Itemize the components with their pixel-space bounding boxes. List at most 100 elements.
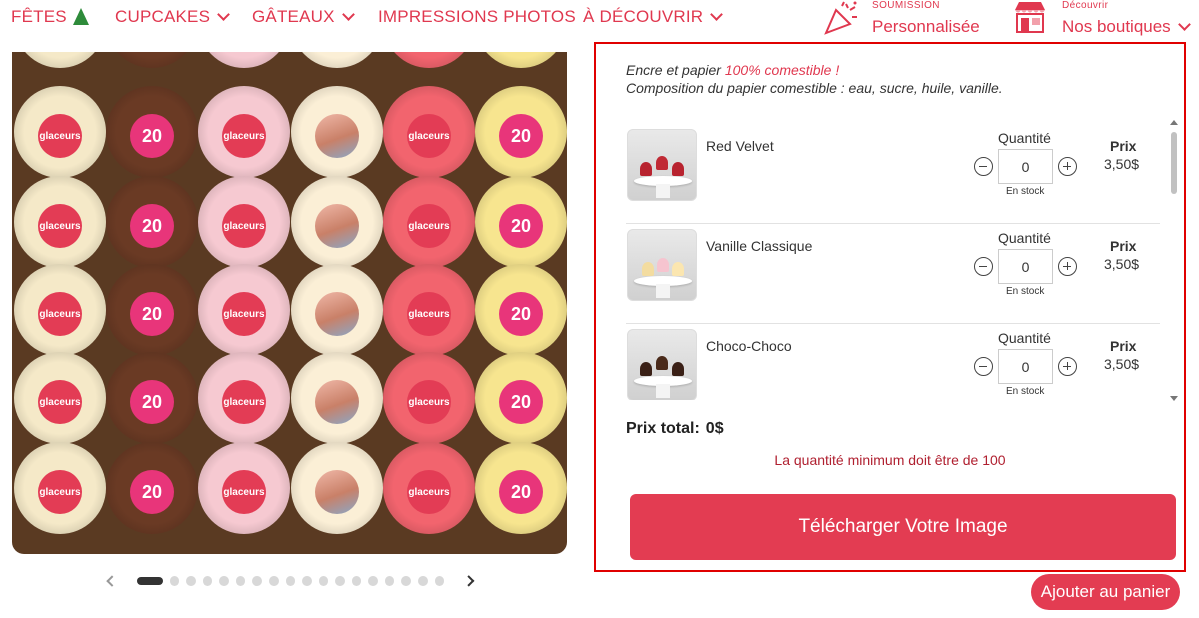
edible-topper: 20 [130, 292, 174, 336]
edible-topper: glaceurs [407, 204, 451, 248]
carousel-dot[interactable] [368, 576, 378, 586]
chevron-down-icon [1177, 18, 1191, 31]
stores-link[interactable]: Découvrir Nos boutiques [1012, 0, 1191, 38]
photo-topper [315, 292, 359, 336]
price-label: Prix [1110, 138, 1137, 154]
edible-topper: glaceurs [38, 470, 82, 514]
product-price: 3,50$ [1104, 156, 1140, 172]
carousel-dot[interactable] [335, 576, 345, 586]
carousel-dot[interactable] [235, 576, 246, 586]
upload-image-button[interactable]: Télécharger Votre Image [630, 494, 1176, 560]
carousel-next-icon[interactable] [463, 575, 475, 587]
quantity-input[interactable] [998, 149, 1053, 184]
nav-impressions-photos[interactable]: IMPRESSIONS PHOTOS [378, 7, 576, 27]
composition-text: Composition du papier comestible : eau, … [626, 80, 1003, 96]
carousel-dot[interactable] [252, 576, 262, 586]
edible-topper: glaceurs [222, 470, 266, 514]
product-image-gallery[interactable]: glaceurs 20 glaceurs glaceurs 20 glaceurs 20 gl… [12, 52, 567, 554]
intro-prefix: Encre et papier [626, 62, 725, 78]
nav-cupcakes[interactable]: CUPCAKES [115, 7, 230, 27]
edible-topper: 20 [499, 380, 543, 424]
edible-topper: glaceurs [407, 380, 451, 424]
flavor-list[interactable]: Red Velvet Quantité En stock Prix 3,50$ … [626, 124, 1160, 400]
nav-decouvrir-label: À DÉCOUVRIR [583, 7, 704, 26]
photo-topper [315, 204, 359, 248]
edible-topper: glaceurs [222, 380, 266, 424]
christmas-tree-icon [72, 7, 89, 25]
product-row: Vanille Classique Quantité En stock Prix… [626, 224, 1160, 324]
cupcake-photo [475, 52, 567, 68]
carousel-dot[interactable] [285, 576, 296, 586]
increase-quantity-button[interactable] [1058, 357, 1077, 376]
nav-a-decouvrir[interactable]: À DÉCOUVRIR [583, 7, 724, 27]
edible-topper: glaceurs [222, 204, 266, 248]
vanille-thumbnail [627, 229, 697, 301]
choco-thumbnail [627, 329, 697, 400]
quantity-input[interactable] [998, 249, 1053, 284]
edible-topper: glaceurs [38, 114, 82, 158]
product-options-panel: Encre et papier 100% comestible ! Compos… [594, 42, 1186, 572]
product-name: Red Velvet [706, 138, 774, 154]
decrease-quantity-button[interactable] [974, 257, 993, 276]
scroll-up-arrow[interactable] [1170, 120, 1178, 125]
edible-topper: glaceurs [222, 292, 266, 336]
carousel-dot[interactable] [434, 576, 445, 586]
carousel-dot[interactable] [136, 577, 163, 585]
edible-topper: 20 [499, 114, 543, 158]
submission-link[interactable]: SOUMISSION Personnalisée [822, 0, 980, 38]
quantity-input[interactable] [998, 349, 1053, 384]
product-row: Choco-Choco Quantité En stock Prix 3,50$ [626, 324, 1160, 400]
carousel-prev-icon[interactable] [106, 575, 118, 587]
increase-quantity-button[interactable] [1058, 257, 1077, 276]
edible-topper: glaceurs [38, 204, 82, 248]
carousel-dot[interactable] [186, 576, 196, 586]
cupcake-photo [106, 52, 198, 68]
carousel-dot[interactable] [202, 576, 213, 586]
carousel-dot[interactable] [351, 576, 362, 586]
party-popper-icon [824, 1, 857, 35]
product-name: Choco-Choco [706, 338, 792, 354]
carousel-dot[interactable] [384, 576, 395, 586]
edible-topper: 20 [130, 114, 174, 158]
carousel-dot[interactable] [418, 576, 428, 586]
decrease-quantity-button[interactable] [974, 357, 993, 376]
edible-topper: 20 [499, 470, 543, 514]
edible-topper: glaceurs [407, 292, 451, 336]
edible-topper: glaceurs [38, 380, 82, 424]
edible-topper: 20 [130, 204, 174, 248]
nav-cupcakes-label: CUPCAKES [115, 7, 211, 26]
price-label: Prix [1110, 238, 1137, 254]
total-value: 0$ [705, 420, 724, 437]
carousel-dot[interactable] [268, 576, 279, 586]
edible-topper: 20 [499, 204, 543, 248]
stock-status: En stock [1006, 286, 1045, 297]
stock-status: En stock [1006, 386, 1045, 397]
paper-info: Encre et papier 100% comestible ! Compos… [626, 61, 1003, 97]
top-navigation: FÊTES CUPCAKES GÂTEAUX IMPRESSIONS PHOTO… [0, 0, 1199, 44]
product-price: 3,50$ [1104, 356, 1140, 372]
photo-topper [315, 470, 359, 514]
image-carousel-nav [106, 572, 475, 590]
nav-fetes[interactable]: FÊTES [11, 7, 89, 27]
add-to-cart-button[interactable]: Ajouter au panier [1031, 574, 1180, 610]
scroll-down-arrow[interactable] [1170, 396, 1178, 401]
carousel-dot[interactable] [219, 576, 229, 586]
chevron-down-icon [710, 8, 724, 21]
carousel-dot[interactable] [169, 576, 180, 586]
nav-gateaux[interactable]: GÂTEAUX [252, 7, 355, 27]
photo-topper [315, 380, 359, 424]
list-scrollbar[interactable] [1171, 132, 1177, 194]
nav-fetes-label: FÊTES [11, 7, 67, 26]
edible-topper: glaceurs [222, 114, 266, 158]
stock-status: En stock [1006, 186, 1045, 197]
stores-label: Nos boutiques [1062, 17, 1171, 36]
store-icon [1015, 2, 1045, 33]
increase-quantity-button[interactable] [1058, 157, 1077, 176]
stores-small-label: Découvrir [1062, 0, 1109, 11]
quantity-label: Quantité [998, 130, 1051, 146]
decrease-quantity-button[interactable] [974, 157, 993, 176]
carousel-dot[interactable] [318, 576, 329, 586]
chevron-down-icon [217, 8, 230, 21]
carousel-dot[interactable] [302, 576, 312, 586]
carousel-dot[interactable] [401, 576, 412, 586]
